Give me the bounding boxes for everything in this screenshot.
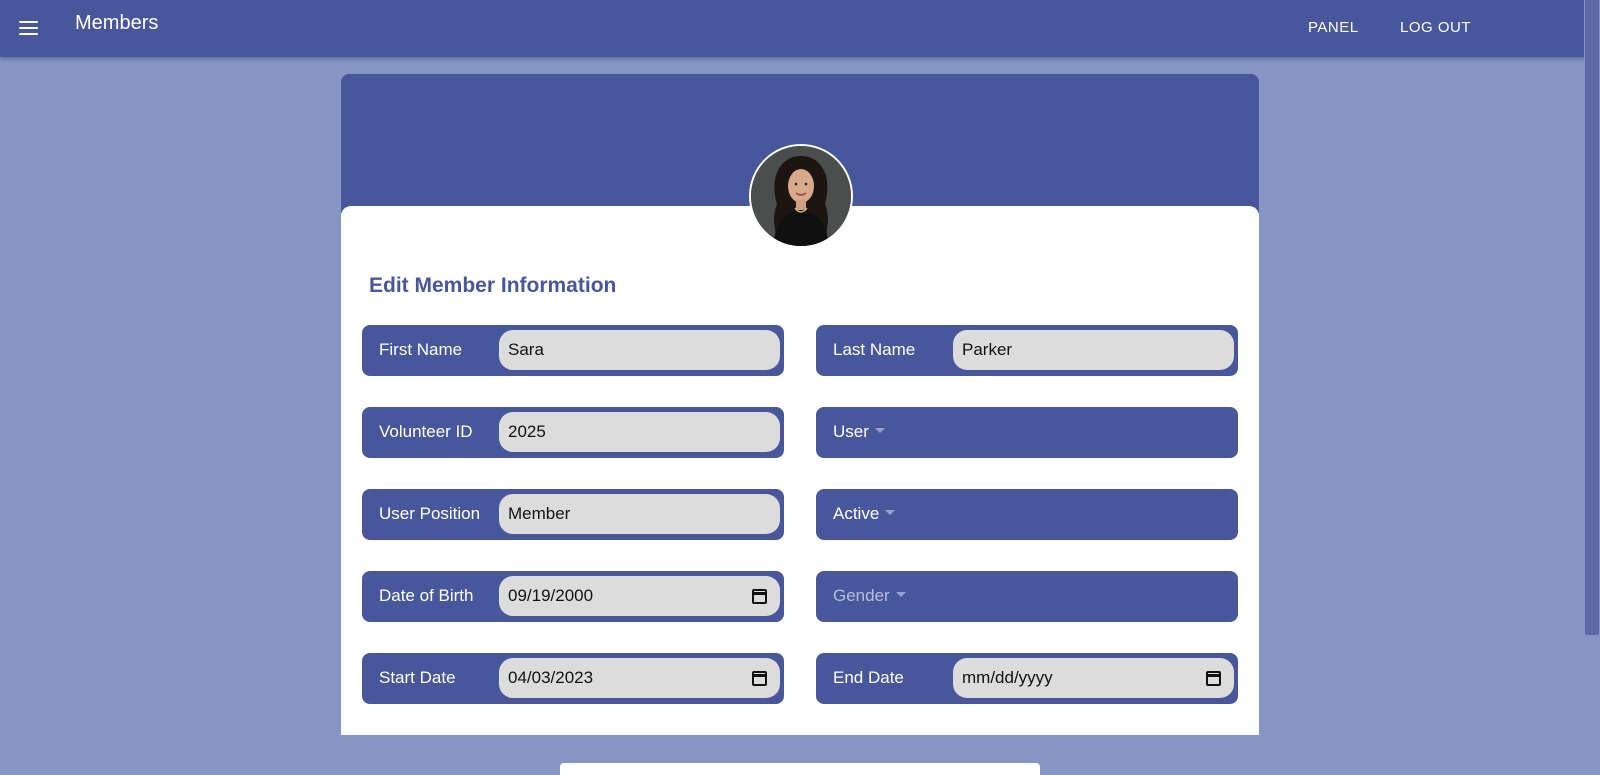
active-select-label: Active (833, 504, 880, 523)
volunteer-id-field: Volunteer ID 2025 (362, 407, 784, 458)
last-name-input[interactable]: Parker (953, 330, 1234, 370)
calendar-icon[interactable] (752, 588, 767, 604)
volunteer-id-label: Volunteer ID (379, 422, 473, 441)
end-date-input[interactable]: mm/dd/yyyy (953, 658, 1234, 698)
nav-panel-link[interactable]: PANEL (1308, 19, 1359, 36)
caret-down-icon (885, 510, 896, 516)
gender-select[interactable]: Gender (816, 571, 1238, 622)
end-date-field: End Date mm/dd/yyyy (816, 653, 1238, 704)
nav-logout-link[interactable]: LOG OUT (1400, 19, 1471, 36)
calendar-icon[interactable] (752, 670, 767, 686)
member-avatar (749, 144, 853, 248)
member-edit-card: Edit Member Information First Name Sara … (341, 74, 1259, 735)
user-select-label: User (833, 422, 869, 441)
date-of-birth-label: Date of Birth (379, 586, 474, 605)
page-scrollbar[interactable] (1584, 0, 1600, 775)
top-app-bar: Members PANEL LOG OUT (0, 0, 1600, 57)
first-name-field: First Name Sara (362, 325, 784, 376)
form-title: Edit Member Information (369, 274, 617, 297)
user-select[interactable]: User (816, 407, 1238, 458)
menu-button[interactable] (17, 18, 41, 38)
start-date-label: Start Date (379, 668, 456, 687)
app-title: Members (75, 12, 159, 34)
secondary-card (560, 763, 1040, 775)
avatar-photo (751, 146, 851, 246)
active-select[interactable]: Active (816, 489, 1238, 540)
last-name-field: Last Name Parker (816, 325, 1238, 376)
caret-down-icon (895, 592, 906, 598)
caret-down-icon (874, 428, 885, 434)
card-body: Edit Member Information First Name Sara … (341, 206, 1259, 735)
last-name-label: Last Name (833, 340, 916, 359)
gender-select-label: Gender (833, 586, 890, 605)
user-position-label: User Position (379, 504, 481, 523)
calendar-icon[interactable] (1206, 670, 1221, 686)
volunteer-id-input[interactable]: 2025 (499, 412, 780, 452)
first-name-input[interactable]: Sara (499, 330, 780, 370)
first-name-label: First Name (379, 340, 463, 359)
start-date-input[interactable]: 04/03/2023 (499, 658, 780, 698)
menu-icon (19, 21, 38, 23)
start-date-value: 04/03/2023 (508, 668, 594, 687)
user-position-input[interactable]: Member (499, 494, 780, 534)
end-date-placeholder: mm/dd/yyyy (962, 668, 1053, 687)
scrollbar-thumb[interactable] (1585, 0, 1599, 635)
date-of-birth-field: Date of Birth 09/19/2000 (362, 571, 784, 622)
date-of-birth-value: 09/19/2000 (508, 586, 594, 605)
date-of-birth-input[interactable]: 09/19/2000 (499, 576, 780, 616)
user-position-field: User Position Member (362, 489, 784, 540)
start-date-field: Start Date 04/03/2023 (362, 653, 784, 704)
end-date-label: End Date (833, 668, 904, 687)
